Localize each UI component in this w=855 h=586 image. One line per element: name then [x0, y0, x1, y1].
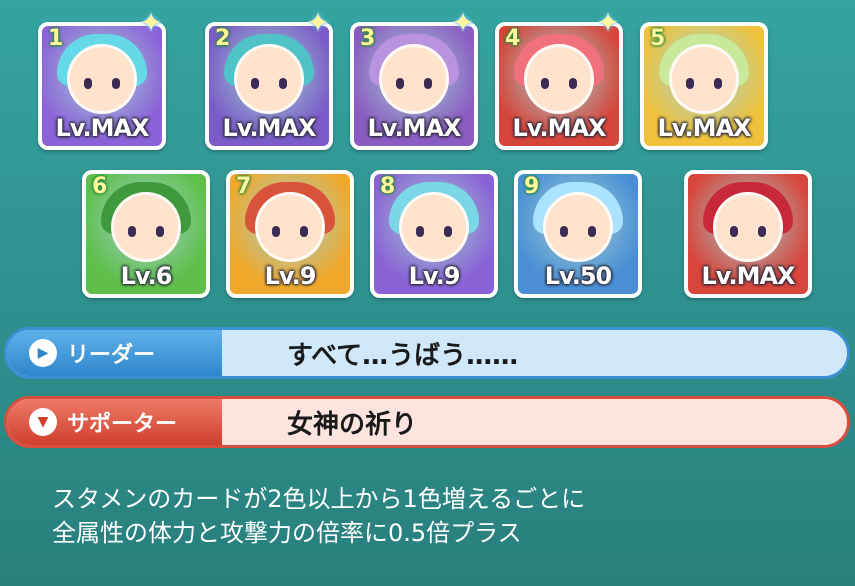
leader-skill-bar[interactable]: ▶ リーダー すべて…うばう……	[4, 327, 850, 379]
character-eyes	[541, 78, 577, 89]
character-eyes	[730, 226, 766, 237]
character-eyes	[396, 78, 432, 89]
play-arrow-icon: ▶	[29, 339, 57, 367]
character-eyes	[251, 78, 287, 89]
card-slot-number: 7	[236, 174, 252, 199]
support-label: サポーター	[67, 412, 178, 437]
card-level: Lv.MAX	[657, 114, 751, 142]
support-skill-bar[interactable]: ▼ サポーター 女神の祈り	[4, 396, 850, 448]
card-slot-number: 1	[48, 26, 64, 51]
card-level: Lv.MAX	[55, 114, 149, 142]
card-slot-number: 2	[215, 26, 231, 51]
sparkle-icon: ✦	[139, 6, 163, 39]
leader-label: リーダー	[67, 343, 156, 368]
character-eyes	[416, 226, 452, 237]
card-slot-7[interactable]: 7 Lv.9	[226, 170, 354, 298]
card-level: Lv.MAX	[512, 114, 606, 142]
support-skill-name: 女神の祈り	[287, 409, 418, 440]
card-slot-number: 9	[524, 174, 540, 199]
card-deck: 1 Lv.MAX ✦ 2 Lv.MAX ✦ 3 Lv.MAX ✦ 4 Lv.MAX ✦ 5 Lv.MAX 6…	[0, 0, 855, 320]
leader-tag: ▶ リーダー	[7, 330, 222, 376]
character-eyes	[84, 78, 120, 89]
card-slot-5[interactable]: 5 Lv.MAX	[640, 22, 768, 150]
card-level: Lv.9	[408, 262, 461, 290]
card-slot-number: 4	[505, 26, 521, 51]
card-slot-1[interactable]: 1 Lv.MAX	[38, 22, 166, 150]
sparkle-icon: ✦	[306, 6, 330, 39]
card-slot-2[interactable]: 2 Lv.MAX	[205, 22, 333, 150]
card-slot-3[interactable]: 3 Lv.MAX	[350, 22, 478, 150]
down-triangle-icon: ▼	[29, 408, 57, 436]
skill-description: スタメンのカードが2色以上から1色増えるごとに 全属性の体力と攻撃力の倍率に0.…	[52, 482, 832, 550]
card-level: Lv.MAX	[222, 114, 316, 142]
card-level: Lv.MAX	[701, 262, 795, 290]
deck-screen: 1 Lv.MAX ✦ 2 Lv.MAX ✦ 3 Lv.MAX ✦ 4 Lv.MAX ✦ 5 Lv.MAX 6…	[0, 0, 855, 586]
description-line-1: スタメンのカードが2色以上から1色増えるごとに	[52, 485, 586, 513]
card-slot-number: 5	[650, 26, 666, 51]
card-slot-number: 8	[380, 174, 396, 199]
card-slot-10[interactable]: Lv.MAX	[684, 170, 812, 298]
sparkle-icon: ✦	[596, 6, 620, 39]
card-slot-6[interactable]: 6 Lv.6	[82, 170, 210, 298]
card-level: Lv.50	[544, 262, 613, 290]
card-slot-number: 6	[92, 174, 108, 199]
character-eyes	[128, 226, 164, 237]
support-tag: ▼ サポーター	[7, 399, 222, 445]
description-line-2: 全属性の体力と攻撃力の倍率に0.5倍プラス	[52, 519, 522, 547]
card-slot-9[interactable]: 9 Lv.50	[514, 170, 642, 298]
card-level: Lv.6	[120, 262, 173, 290]
sparkle-icon: ✦	[451, 6, 475, 39]
leader-skill-name: すべて…うばう……	[287, 340, 519, 371]
card-level: Lv.MAX	[367, 114, 461, 142]
card-slot-number: 3	[360, 26, 376, 51]
card-slot-8[interactable]: 8 Lv.9	[370, 170, 498, 298]
card-slot-4[interactable]: 4 Lv.MAX	[495, 22, 623, 150]
card-level: Lv.9	[264, 262, 317, 290]
character-eyes	[272, 226, 308, 237]
character-eyes	[560, 226, 596, 237]
character-eyes	[686, 78, 722, 89]
